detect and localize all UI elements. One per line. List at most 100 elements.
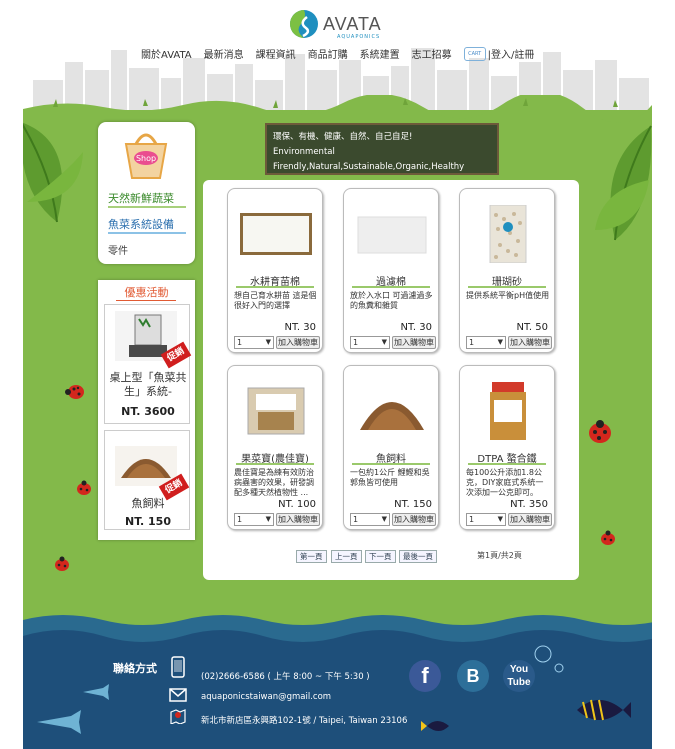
quantity-select[interactable]: 1 ▼ — [350, 336, 390, 349]
product-image-coral-sand — [489, 205, 527, 263]
pager-next[interactable]: 下一頁 — [365, 550, 396, 563]
slogan-line-english-1: Environmental — [273, 147, 335, 157]
page: AVATA AQUAPONICS 關於AVATA 最新消息 課程資訊 商品訂購 … — [23, 0, 652, 749]
product-description: 一包約1公斤 鯉鰹和吳郭魚皆可使用 — [350, 468, 430, 487]
promotion-underline — [116, 300, 176, 301]
shopping-bag-icon: Shop — [124, 133, 168, 179]
promotion-title: 優惠活動 — [124, 286, 169, 299]
promotion-panel: 優惠活動 促銷 桌上型「魚菜共生」系統- NT. 3600 促銷 魚飼料 NT.… — [98, 280, 195, 540]
ladybug-icon — [65, 385, 84, 399]
product-price: NT. 150 — [394, 499, 432, 510]
product-description: 農佳寶是為練有效防治病蟲害的效果，研發調配多種天然植物性 ... — [234, 468, 314, 497]
add-to-cart-button[interactable]: 加入購物車 — [276, 336, 320, 349]
logo-subtitle: AQUAPONICS — [337, 34, 381, 40]
product-image-plant-protector — [247, 387, 305, 435]
footer-title: 聯絡方式 — [113, 662, 157, 675]
product-card[interactable]: 魚飼料 一包約1公斤 鯉鰹和吳郭魚皆可使用 NT. 150 1 ▼ 加入購物車 — [343, 365, 439, 530]
category-card: Shop 天然新鮮蔬菜 魚菜系統設備 零件 — [98, 122, 195, 264]
chevron-down-icon: ▼ — [497, 515, 503, 523]
ladybug-icon — [55, 556, 69, 571]
product-divider — [352, 463, 430, 465]
nav-news[interactable]: 最新消息 — [204, 46, 244, 61]
add-to-cart-button[interactable]: 加入購物車 — [508, 513, 552, 526]
product-divider — [468, 286, 546, 288]
footer-email[interactable]: aquaponicstaiwan@gmail.com — [201, 692, 331, 702]
product-divider — [352, 286, 430, 288]
quantity-select[interactable]: 1 ▼ — [350, 513, 390, 526]
product-image-fish-food — [360, 402, 424, 430]
avata-logo[interactable]: AVATA AQUAPONICS — [289, 8, 399, 40]
blogger-icon[interactable]: B — [457, 660, 489, 692]
phone-icon — [171, 656, 185, 678]
chevron-down-icon: ▼ — [265, 515, 271, 523]
cart-button[interactable]: CART — [463, 46, 486, 61]
quantity-select[interactable]: 1 ▼ — [466, 336, 506, 349]
product-price: NT. 30 — [284, 322, 316, 333]
youtube-icon[interactable]: You Tube — [503, 660, 535, 692]
slogan-banner: 環保、有機、健康、自然、自己自足! Environmental Firendly… — [265, 123, 499, 175]
nav-volunteer[interactable]: 志工招募 — [412, 46, 452, 61]
product-divider — [236, 286, 314, 288]
product-card[interactable]: 果菜寶(農佳寶) 農佳寶是為練有效防治病蟲害的效果，研發調配多種天然植物性 ..… — [227, 365, 323, 530]
category-divider — [108, 232, 186, 234]
email-icon — [169, 688, 187, 702]
nav-courses[interactable]: 課程資訊 — [256, 46, 296, 61]
add-to-cart-button[interactable]: 加入購物車 — [276, 513, 320, 526]
quantity-select[interactable]: 1 ▼ — [466, 513, 506, 526]
nav-systems[interactable]: 系統建置 — [360, 46, 400, 61]
category-equipment[interactable]: 魚菜系統設備 — [108, 216, 174, 232]
pager-prev[interactable]: 上一頁 — [331, 550, 362, 563]
youtube-icon-text-bottom: Tube — [507, 677, 531, 688]
leaf-decoration-left — [23, 122, 83, 223]
avata-logo-icon — [290, 10, 318, 38]
category-divider — [108, 206, 186, 208]
cart-icon: CART — [463, 46, 486, 61]
facebook-icon[interactable]: f — [409, 660, 441, 692]
promo-item[interactable]: 促銷 魚飼料 NT. 150 — [104, 430, 190, 530]
shop-label: Shop — [136, 154, 156, 163]
map-pin-icon — [170, 709, 186, 724]
chevron-down-icon: ▼ — [265, 338, 271, 346]
product-image-filter-sponge — [357, 216, 427, 254]
ladybug-icon — [601, 530, 615, 545]
product-description: 每100公升添加1.8公克，DIY家庭式系統一次添加一公克即可。 — [466, 468, 544, 497]
category-vegetables[interactable]: 天然新鮮蔬菜 — [108, 190, 174, 206]
promo-price: NT. 3600 — [121, 405, 175, 418]
product-description: 提供系統平衡pH值使用 — [466, 291, 550, 300]
promo-price: NT. 150 — [124, 515, 171, 528]
slogan-line-english-2: Firendly,Natural,Sustainable,Organic,Hea… — [273, 162, 465, 172]
product-card[interactable]: DTPA 螯合鐵 每100公升添加1.8公克，DIY家庭式系統一次添加一公克即可… — [459, 365, 555, 530]
nav-shop[interactable]: 商品訂購 — [308, 46, 348, 61]
promo-name: 桌上型「魚菜共生」系統- — [109, 371, 187, 398]
product-card[interactable]: 水耕育苗棉 想自己育水耕苗 這是個很好入門的選擇 NT. 30 1 ▼ 加入購物車 — [227, 188, 323, 353]
logo-wordmark: AVATA — [323, 14, 382, 34]
chevron-down-icon: ▼ — [381, 338, 387, 346]
promo-item[interactable]: 促銷 桌上型「魚菜共生」系統- NT. 3600 — [104, 304, 192, 424]
pager-first[interactable]: 第一頁 — [296, 550, 327, 563]
slogan-line-chinese: 環保、有機、健康、自然、自己自足! — [273, 132, 413, 142]
page-info: 第1頁/共2頁 — [477, 551, 522, 560]
add-to-cart-button[interactable]: 加入購物車 — [508, 336, 552, 349]
product-description: 想自己育水耕苗 這是個很好入門的選擇 — [234, 291, 317, 310]
product-divider — [468, 463, 546, 465]
grass-edge — [23, 95, 652, 125]
product-card[interactable]: 過濾棉 放於入水口 可過濾過多的魚糞和雜質 NT. 30 1 ▼ 加入購物車 — [343, 188, 439, 353]
add-to-cart-button[interactable]: 加入購物車 — [392, 336, 436, 349]
quantity-select[interactable]: 1 ▼ — [234, 336, 274, 349]
add-to-cart-button[interactable]: 加入購物車 — [392, 513, 436, 526]
chevron-down-icon: ▼ — [381, 515, 387, 523]
footer-phone: (02)2666-6586 ( 上午 8:00 ~ 下午 5:30 ) — [201, 672, 370, 682]
product-card[interactable]: 珊瑚砂 提供系統平衡pH值使用 NT. 50 1 ▼ 加入購物車 — [459, 188, 555, 353]
chevron-down-icon: ▼ — [497, 338, 503, 346]
nav-about[interactable]: 關於AVATA — [141, 46, 192, 61]
pager-last[interactable]: 最後一頁 — [399, 550, 437, 563]
footer-address: 新北市新店區永興路102-1號 / Taipei, Taiwan 23106 — [201, 716, 408, 726]
ladybug-icon — [77, 480, 91, 495]
product-price: NT. 30 — [400, 322, 432, 333]
promo-name: 魚飼料 — [131, 497, 165, 510]
category-parts[interactable]: 零件 — [108, 242, 128, 257]
leaf-decoration-right — [595, 125, 652, 241]
login-link[interactable]: |登入/註冊 — [488, 46, 535, 61]
quantity-select[interactable]: 1 ▼ — [234, 513, 274, 526]
product-price: NT. 350 — [510, 499, 548, 510]
